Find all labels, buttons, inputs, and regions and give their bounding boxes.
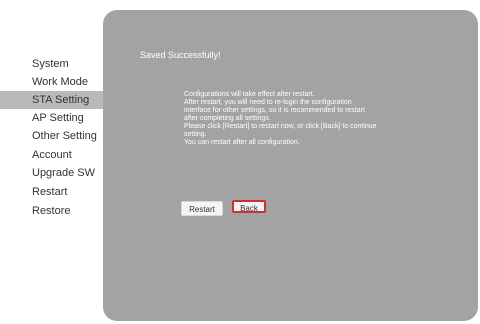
message-line: Configurations will take effect after re…	[184, 91, 315, 98]
sidebar-item-label: Work Mode	[32, 76, 89, 88]
message-line: after completing all settings.	[184, 115, 271, 122]
sidebar-item-label: Account	[32, 149, 72, 161]
main-content-panel: Saved Successfully! Configurations will …	[103, 10, 478, 321]
sidebar-item-restart[interactable]: Restart	[0, 183, 112, 201]
sidebar-item-label: AP Setting	[32, 112, 84, 124]
sidebar-item-label: Upgrade SW	[32, 167, 95, 179]
message-line: Please click [Restart] to restart now, o…	[184, 123, 377, 130]
sidebar-item-label: System	[32, 58, 69, 70]
sidebar-item-label: Other Setting	[32, 130, 97, 142]
back-button[interactable]: Back	[232, 200, 266, 213]
message-line: interface for other settings, so it is r…	[184, 107, 365, 114]
sidebar-item-ap-setting[interactable]: AP Setting	[0, 109, 112, 127]
sidebar-item-restore[interactable]: Restore	[0, 202, 112, 220]
sidebar-item-work-mode[interactable]: Work Mode	[0, 73, 112, 91]
message-line: setting.	[184, 131, 207, 138]
message-line: You can restart after all configuration.	[184, 139, 300, 146]
restart-button[interactable]: Restart	[181, 201, 223, 216]
sidebar-item-upgrade-sw[interactable]: Upgrade SW	[0, 164, 112, 182]
sidebar-nav: System Work Mode STA Setting AP Setting …	[0, 0, 112, 324]
sidebar-item-account[interactable]: Account	[0, 146, 112, 164]
restart-message: Configurations will take effect after re…	[184, 91, 434, 147]
sidebar-item-label: Restart	[32, 186, 68, 198]
sidebar-item-sta-setting[interactable]: STA Setting	[0, 91, 112, 109]
sidebar-item-system[interactable]: System	[0, 55, 112, 73]
message-line: After restart, you will need to re-login…	[184, 99, 352, 106]
sidebar-item-other-setting[interactable]: Other Setting	[0, 127, 112, 145]
sidebar-item-label: STA Setting	[32, 94, 90, 106]
sidebar-item-label: Restore	[32, 205, 71, 217]
status-title: Saved Successfully!	[140, 50, 221, 60]
